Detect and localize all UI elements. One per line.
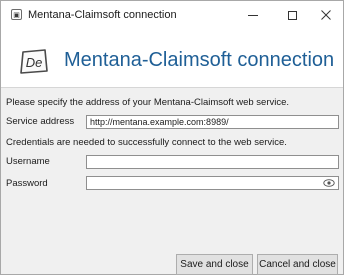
title-bar[interactable]: ▣ Mentana-Claimsoft connection [1, 1, 343, 29]
service-address-field[interactable]: http://mentana.example.com:8989/ [86, 115, 339, 129]
username-field[interactable] [86, 155, 339, 169]
close-button[interactable] [309, 1, 343, 29]
password-field[interactable] [86, 176, 339, 190]
maximize-icon [287, 10, 297, 20]
minimize-icon [248, 14, 258, 16]
eye-icon[interactable] [323, 178, 335, 188]
save-and-close-button[interactable]: Save and close [176, 254, 253, 275]
logo-text: De [26, 55, 43, 70]
cancel-and-close-button[interactable]: Cancel and close [257, 254, 338, 275]
dialog-window: ▣ Mentana-Claimsoft connection De Mentan… [0, 0, 344, 275]
password-label: Password [6, 178, 48, 189]
maximize-button[interactable] [275, 1, 309, 29]
close-icon [321, 10, 331, 20]
service-address-label: Service address [6, 116, 75, 127]
username-label: Username [6, 156, 50, 167]
app-window-icon: ▣ [11, 9, 22, 20]
credentials-note: Credentials are needed to successfully c… [6, 137, 287, 148]
intro-text: Please specify the address of your Menta… [6, 97, 290, 108]
minimize-button[interactable] [236, 1, 270, 29]
app-logo: De [20, 49, 48, 74]
dialog-title: Mentana-Claimsoft connection [64, 49, 335, 71]
app-icon-glyph: ▣ [13, 12, 20, 19]
window-title: Mentana-Claimsoft connection [28, 9, 177, 21]
